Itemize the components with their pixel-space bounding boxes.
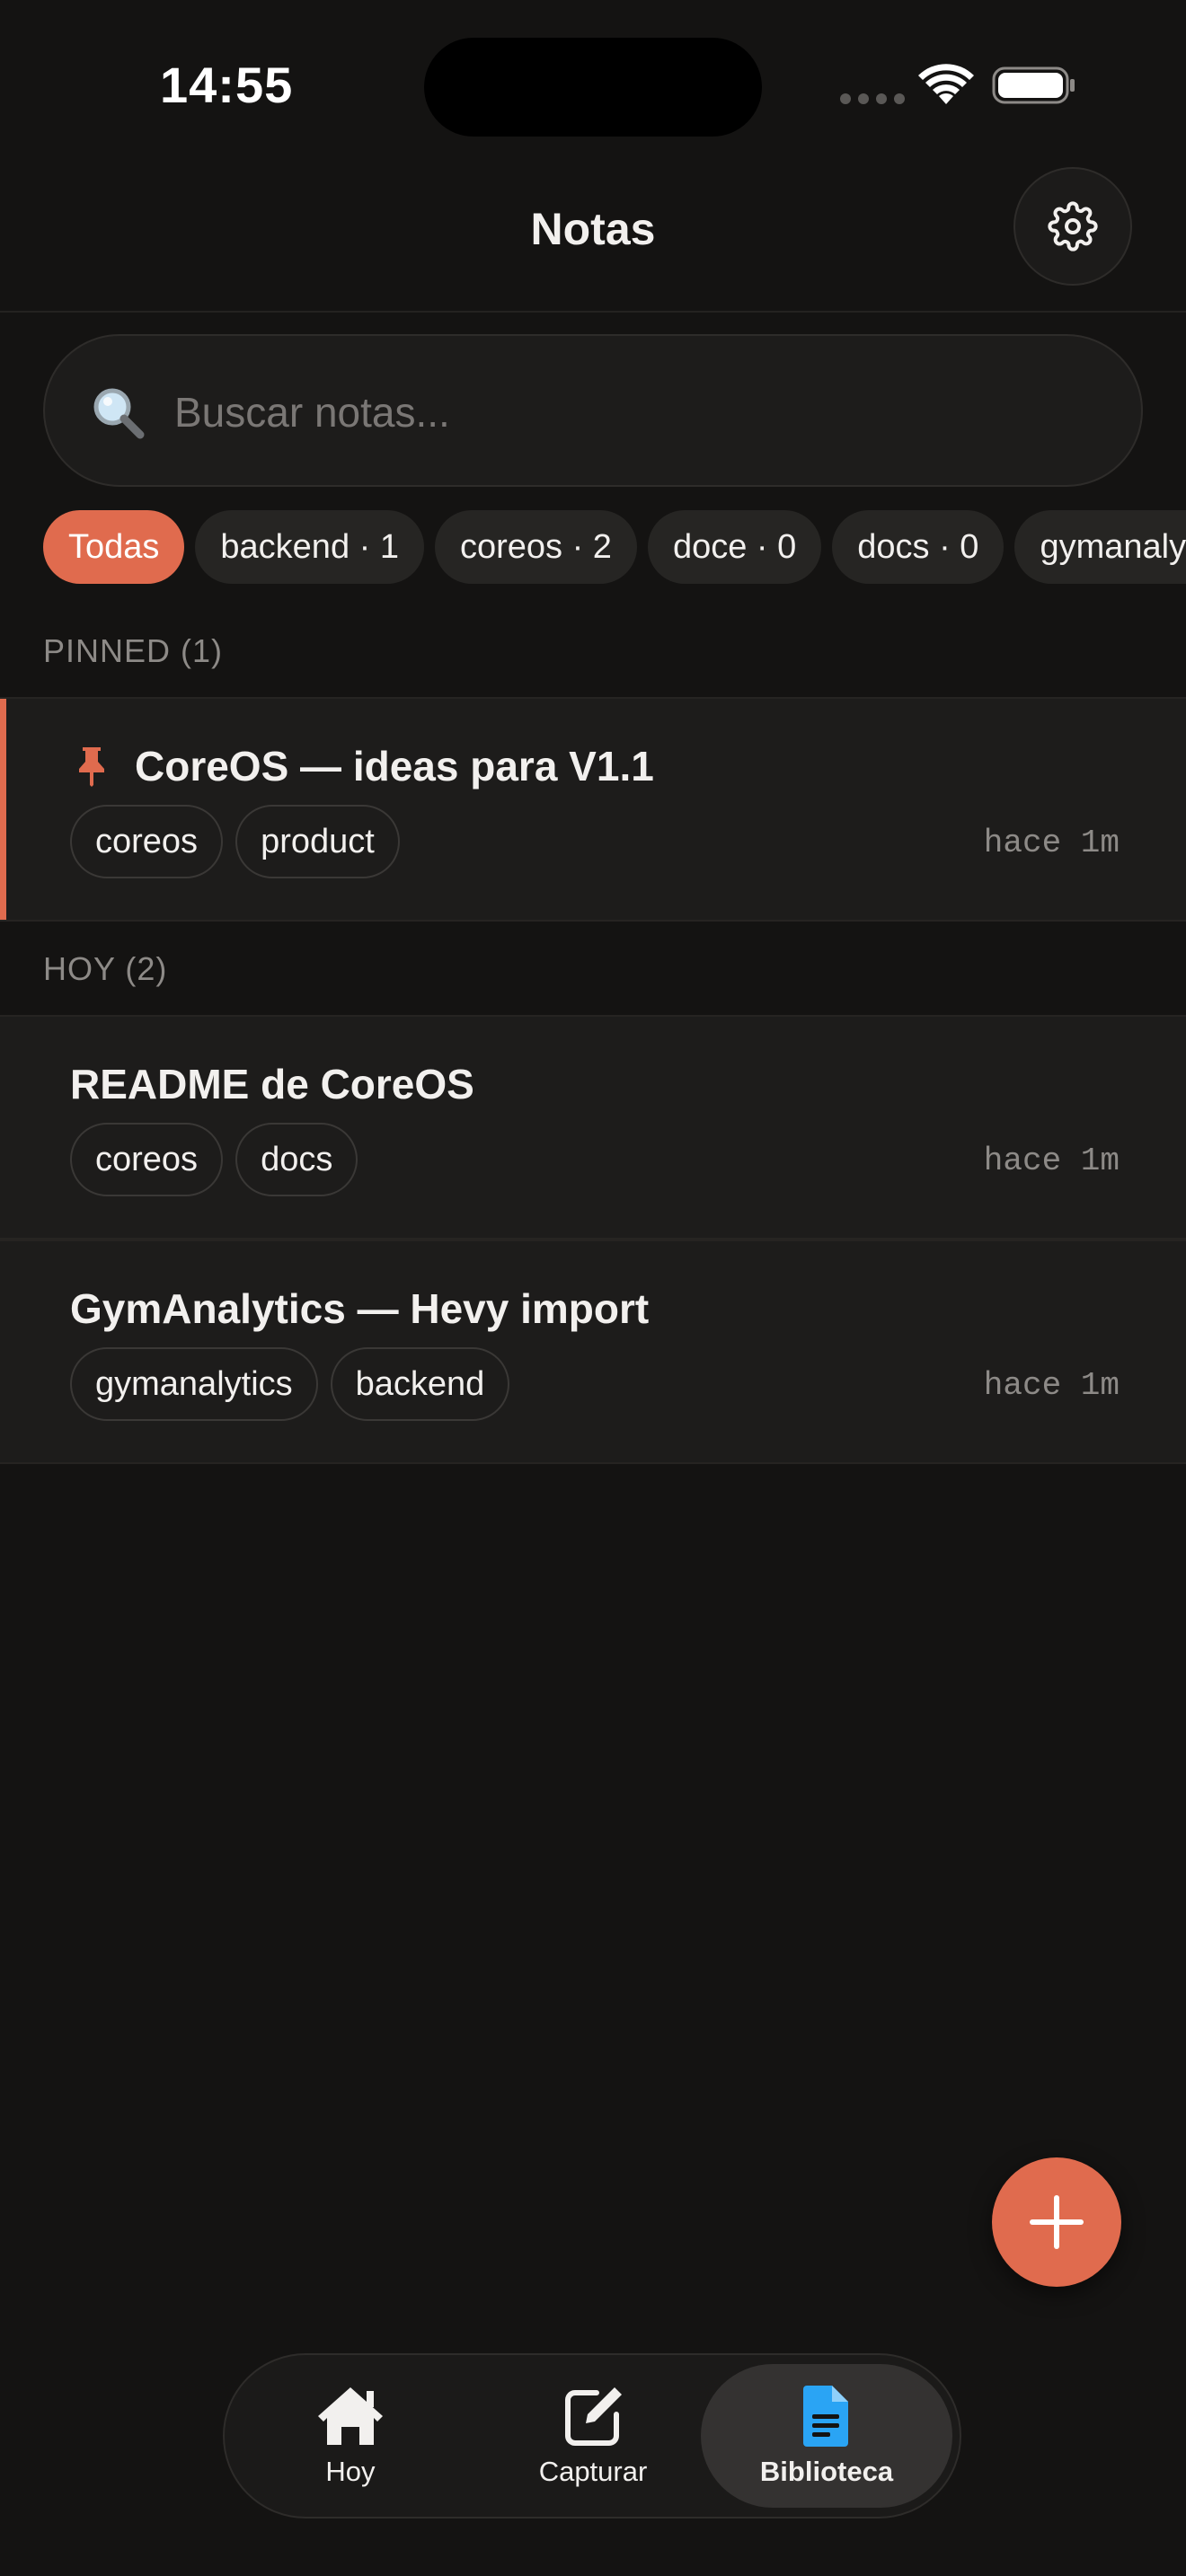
- document-icon: [803, 2386, 848, 2447]
- gear-icon: [1048, 201, 1098, 251]
- search-input[interactable]: [174, 372, 1109, 453]
- section-label-pinned: PINNED (1): [43, 632, 224, 669]
- filter-chip-docs[interactable]: docs · 0: [832, 510, 1005, 584]
- filter-chip-gymanalytics[interactable]: gymanalytics · 1: [1014, 510, 1186, 584]
- note-timestamp: hace 1m: [983, 825, 1120, 861]
- note-timestamp: hace 1m: [983, 1367, 1120, 1404]
- add-note-button[interactable]: [992, 2157, 1121, 2287]
- header: Notas: [0, 162, 1186, 313]
- note-title: README de CoreOS: [70, 1061, 474, 1107]
- wifi-icon: [918, 64, 974, 104]
- tab-hoy[interactable]: Hoy: [225, 2364, 476, 2508]
- note-tags: coreos product: [70, 805, 400, 878]
- filter-chip-coreos[interactable]: coreos · 2: [434, 510, 637, 584]
- tag-chip[interactable]: coreos: [70, 805, 224, 878]
- filter-chip-doce[interactable]: doce · 0: [647, 510, 822, 584]
- tab-biblioteca[interactable]: Biblioteca: [701, 2364, 952, 2508]
- note-item[interactable]: GymAnalytics — Hevy import gymanalytics …: [0, 1239, 1186, 1464]
- note-title: CoreOS — ideas para V1.1: [135, 743, 654, 790]
- battery-icon: [992, 66, 1075, 104]
- filter-chip-todas[interactable]: Todas: [43, 510, 185, 584]
- plus-icon: [1030, 2195, 1084, 2249]
- tab-label: Hoy: [325, 2456, 376, 2487]
- tab-capturar[interactable]: Capturar: [467, 2364, 719, 2508]
- status-time: 14:55: [160, 57, 294, 113]
- note-tags: coreos docs: [70, 1123, 358, 1196]
- compose-icon: [565, 2387, 622, 2446]
- tab-bar: Hoy Capturar Biblioteca: [223, 2353, 961, 2519]
- search-box[interactable]: [43, 334, 1143, 487]
- note-item[interactable]: CoreOS — ideas para V1.1 coreos product …: [0, 697, 1186, 922]
- tag-chip[interactable]: backend: [330, 1347, 510, 1421]
- note-tags: gymanalytics backend: [70, 1347, 510, 1421]
- status-bar: 14:55: [0, 0, 1186, 162]
- dynamic-island: [424, 38, 762, 137]
- filter-chip-backend[interactable]: backend · 1: [195, 510, 424, 584]
- note-title: GymAnalytics — Hevy import: [70, 1285, 650, 1332]
- tag-chip[interactable]: docs: [235, 1123, 358, 1196]
- filter-chips: Todas backend · 1 coreos · 2 doce · 0 do…: [43, 510, 1186, 584]
- pin-icon: [79, 747, 104, 787]
- tag-chip[interactable]: product: [235, 805, 400, 878]
- home-icon: [318, 2387, 383, 2445]
- search-icon: [93, 388, 145, 439]
- settings-button[interactable]: [1013, 167, 1132, 286]
- page-title: Notas: [530, 204, 656, 254]
- tab-label: Biblioteca: [759, 2456, 894, 2487]
- note-item[interactable]: README de CoreOS coreos docs hace 1m: [0, 1015, 1186, 1239]
- cellular-signal-icon: [840, 93, 905, 104]
- tag-chip[interactable]: coreos: [70, 1123, 224, 1196]
- tab-label: Capturar: [538, 2456, 648, 2487]
- note-timestamp: hace 1m: [983, 1142, 1120, 1179]
- section-label-today: HOY (2): [43, 950, 168, 987]
- tag-chip[interactable]: gymanalytics: [70, 1347, 318, 1421]
